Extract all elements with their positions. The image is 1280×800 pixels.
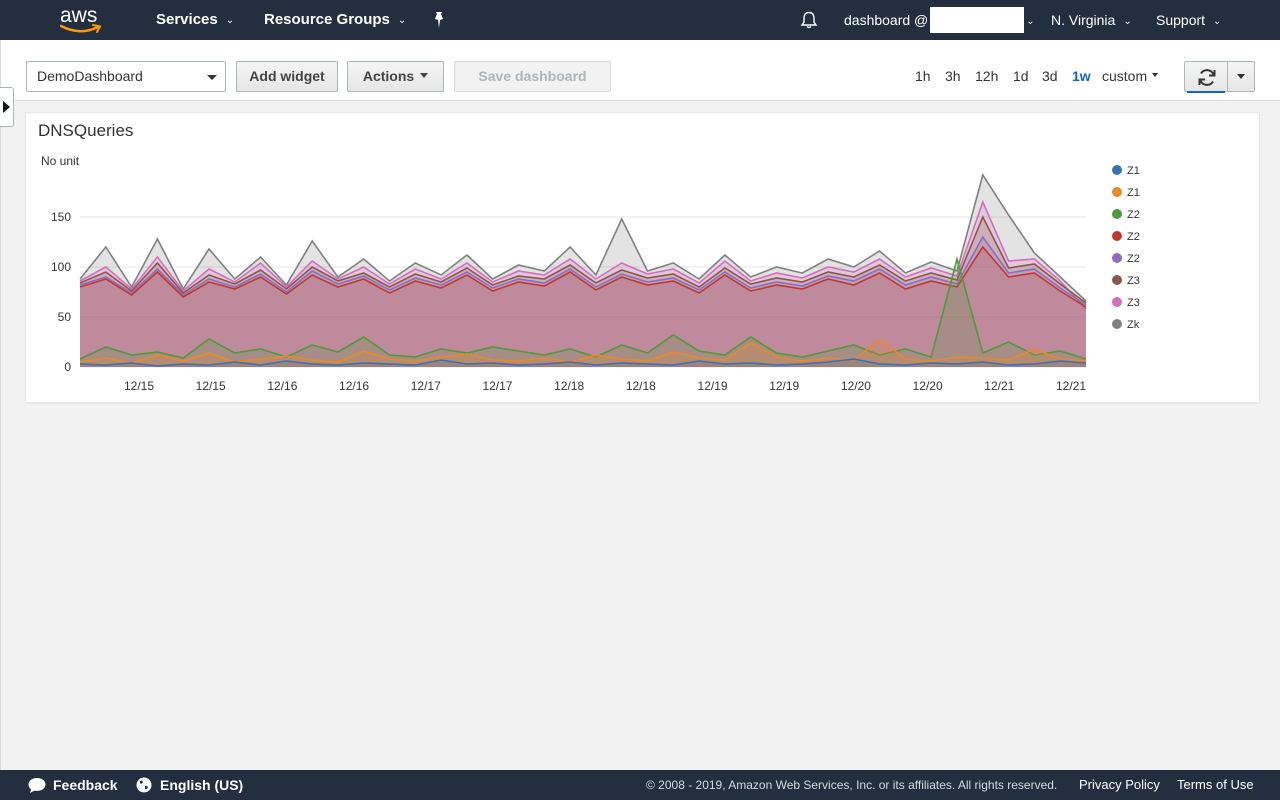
y-tick-label: 0 bbox=[64, 360, 71, 374]
privacy-policy-link[interactable]: Privacy Policy bbox=[1079, 770, 1160, 800]
legend-swatch bbox=[1112, 209, 1122, 219]
caret-down-icon bbox=[207, 75, 217, 80]
legend-label: Z3 bbox=[1127, 297, 1140, 309]
x-tick-label: 12/16 bbox=[267, 379, 297, 393]
refresh-button[interactable] bbox=[1184, 61, 1228, 93]
x-tick-label: 12/19 bbox=[698, 379, 728, 393]
chevron-down-icon: ⌄ bbox=[1123, 16, 1132, 27]
dashboard-toolbar: DemoDashboard Add widget Actions Save da… bbox=[1, 40, 1280, 101]
pin-icon[interactable] bbox=[431, 11, 447, 29]
caret-down-icon bbox=[420, 72, 429, 78]
legend-label: Z1 bbox=[1127, 187, 1140, 199]
time-range-custom[interactable]: custom bbox=[1102, 68, 1159, 84]
legend-label: Z2 bbox=[1127, 209, 1140, 221]
support-label: Support bbox=[1156, 12, 1206, 28]
time-range-1d[interactable]: 1d bbox=[1013, 68, 1029, 84]
dashboard-select[interactable]: DemoDashboard bbox=[26, 61, 226, 92]
chevron-down-icon: ⌄ bbox=[225, 15, 235, 26]
services-menu[interactable]: Services ⌄ bbox=[156, 0, 234, 40]
legend-swatch bbox=[1112, 253, 1122, 263]
caret-down-icon bbox=[1152, 73, 1159, 78]
chevron-down-icon: ⌄ bbox=[397, 15, 407, 26]
actions-label: Actions bbox=[362, 68, 415, 84]
footer: Feedback English (US) © 2008 - 2019, Ama… bbox=[0, 770, 1280, 800]
legend-swatch bbox=[1112, 319, 1122, 329]
legend-swatch bbox=[1112, 187, 1122, 197]
legend-label: Zk bbox=[1127, 319, 1140, 331]
legend-swatch bbox=[1112, 275, 1122, 285]
support-menu[interactable]: Support ⌄ bbox=[1156, 0, 1221, 40]
redacted-account-name bbox=[930, 7, 1025, 34]
region-menu[interactable]: N. Virginia ⌄ bbox=[1051, 0, 1132, 40]
x-tick-label: 12/18 bbox=[626, 379, 656, 393]
aws-logo[interactable]: aws bbox=[58, 4, 104, 35]
top-navigation: aws Services ⌄ Resource Groups ⌄ dashboard… bbox=[0, 0, 1280, 40]
x-tick-label: 12/17 bbox=[411, 379, 441, 393]
feedback-link[interactable]: Feedback bbox=[27, 770, 118, 800]
chevron-down-icon: ⌄ bbox=[1213, 16, 1222, 27]
region-label: N. Virginia bbox=[1051, 12, 1116, 28]
x-tick-label: 12/15 bbox=[124, 379, 154, 393]
chevron-down-icon: ⌄ bbox=[1026, 16, 1035, 27]
aws-smile-icon bbox=[60, 24, 102, 33]
language-label: English (US) bbox=[160, 777, 244, 793]
x-tick-label: 12/17 bbox=[482, 379, 512, 393]
x-tick-label: 12/18 bbox=[554, 379, 584, 393]
y-tick-label: 100 bbox=[51, 260, 71, 274]
resource-groups-menu[interactable]: Resource Groups ⌄ bbox=[264, 0, 406, 40]
time-range-custom-label: custom bbox=[1102, 68, 1148, 84]
x-tick-label: 12/19 bbox=[769, 379, 799, 393]
copyright-text: © 2008 - 2019, Amazon Web Services, Inc.… bbox=[646, 778, 1058, 792]
x-tick-label: 12/16 bbox=[339, 379, 369, 393]
add-widget-button[interactable]: Add widget bbox=[236, 61, 338, 92]
expand-sidebar-toggle[interactable] bbox=[0, 87, 14, 127]
language-selector[interactable]: English (US) bbox=[136, 770, 243, 800]
legend-label: Z2 bbox=[1127, 253, 1140, 265]
time-range-12h[interactable]: 12h bbox=[975, 68, 998, 84]
time-range-3d[interactable]: 3d bbox=[1042, 68, 1058, 84]
y-tick-label: 50 bbox=[58, 310, 72, 324]
y-axis-unit-label: No unit bbox=[41, 154, 80, 168]
legend-swatch bbox=[1112, 231, 1122, 241]
time-range-3h[interactable]: 3h bbox=[945, 68, 961, 84]
legend-label: Z1 bbox=[1127, 165, 1140, 177]
terms-of-use-link[interactable]: Terms of Use bbox=[1177, 770, 1254, 800]
time-range-1w[interactable]: 1w bbox=[1072, 68, 1091, 84]
dashboard-select-value: DemoDashboard bbox=[37, 68, 143, 84]
left-rail bbox=[0, 40, 1, 770]
y-tick-label: 150 bbox=[51, 210, 71, 224]
feedback-label: Feedback bbox=[53, 777, 118, 793]
x-tick-label: 12/20 bbox=[913, 379, 943, 393]
bell-icon[interactable] bbox=[800, 11, 818, 29]
legend-label: Z3 bbox=[1127, 275, 1140, 287]
dnsqueries-widget[interactable]: DNSQueries No unit 0 50 100 150 12/15 12/15 12/… bbox=[25, 112, 1260, 403]
dnsqueries-chart: No unit 0 50 100 150 12/15 12/15 12/16 12/16 12/1… bbox=[41, 154, 1140, 393]
refresh-interval-dropdown[interactable] bbox=[1227, 61, 1255, 92]
globe-icon bbox=[136, 777, 152, 793]
resource-groups-label: Resource Groups bbox=[264, 11, 390, 28]
services-label: Services bbox=[156, 11, 218, 28]
save-dashboard-button[interactable]: Save dashboard bbox=[454, 61, 611, 92]
legend-label: Z2 bbox=[1127, 231, 1140, 243]
x-tick-label: 12/15 bbox=[196, 379, 226, 393]
legend-swatch bbox=[1112, 297, 1122, 307]
legend-swatch bbox=[1112, 165, 1122, 175]
x-tick-label: 12/21 bbox=[984, 379, 1014, 393]
x-tick-label: 12/21 bbox=[1056, 379, 1086, 393]
actions-button[interactable]: Actions bbox=[347, 61, 444, 92]
time-range-1h[interactable]: 1h bbox=[915, 68, 931, 84]
refresh-icon bbox=[1198, 69, 1216, 86]
feedback-icon bbox=[28, 778, 46, 794]
refresh-control bbox=[1184, 61, 1255, 93]
account-menu[interactable]: dashboard @ ⌄ bbox=[844, 0, 1035, 40]
account-label: dashboard @ bbox=[844, 12, 929, 28]
x-tick-label: 12/20 bbox=[841, 379, 871, 393]
